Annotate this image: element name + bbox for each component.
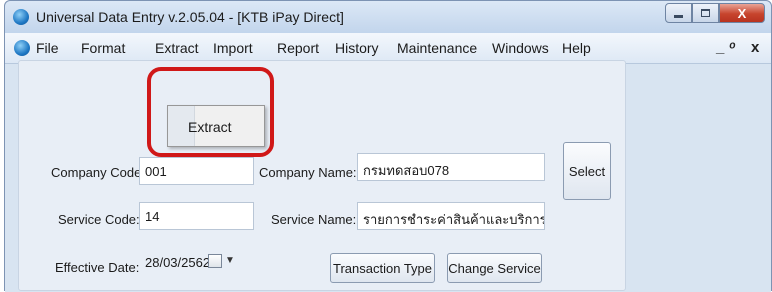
- menu-report[interactable]: Report: [277, 40, 319, 56]
- menu-import[interactable]: Import: [213, 40, 253, 56]
- mdi-minimize-button[interactable]: _: [716, 39, 724, 56]
- title-bar[interactable]: Universal Data Entry v.2.05.04 - [KTB iP…: [5, 1, 771, 33]
- menu-history[interactable]: History: [335, 40, 379, 56]
- service-code-field[interactable]: 14: [139, 202, 254, 230]
- red-highlight-annotation: [147, 67, 274, 157]
- minimize-icon: [674, 14, 683, 18]
- select-button[interactable]: Select: [563, 142, 611, 200]
- caption-buttons: X: [665, 3, 765, 25]
- close-icon: X: [737, 5, 747, 21]
- menu-maintenance[interactable]: Maintenance: [397, 40, 477, 56]
- close-button[interactable]: X: [719, 3, 765, 23]
- minimize-button[interactable]: [665, 3, 692, 23]
- menu-file[interactable]: File: [36, 40, 59, 56]
- service-code-label: Service Code:: [58, 212, 140, 227]
- company-name-label: Company Name:: [259, 165, 357, 180]
- window-title: Universal Data Entry v.2.05.04 - [KTB iP…: [36, 9, 344, 25]
- transaction-type-button[interactable]: Transaction Type: [330, 253, 435, 283]
- menu-extract[interactable]: Extract: [155, 40, 199, 56]
- change-service-button[interactable]: Change Service: [447, 253, 542, 283]
- service-name-field[interactable]: รายการชำระค่าสินค้าและบริการ (Pur: [357, 202, 545, 230]
- mdi-close-button[interactable]: x: [751, 39, 759, 56]
- service-name-label: Service Name:: [271, 212, 357, 227]
- calendar-icon[interactable]: [208, 254, 222, 268]
- chevron-down-icon[interactable]: ▼: [225, 255, 235, 266]
- effective-date-picker[interactable]: 28/03/2562: [139, 248, 239, 276]
- menu-help[interactable]: Help: [562, 40, 591, 56]
- menu-format[interactable]: Format: [81, 40, 125, 56]
- mdi-child-icon[interactable]: [14, 40, 30, 56]
- company-code-label: Company Code:: [51, 165, 145, 180]
- company-code-field[interactable]: 001: [139, 157, 254, 185]
- app-icon: [13, 9, 29, 25]
- effective-date-label: Effective Date:: [55, 260, 140, 275]
- menu-windows[interactable]: Windows: [492, 40, 549, 56]
- maximize-button[interactable]: [692, 3, 719, 23]
- maximize-icon: [701, 9, 710, 17]
- company-name-field[interactable]: กรมทดสอบ078: [357, 153, 545, 181]
